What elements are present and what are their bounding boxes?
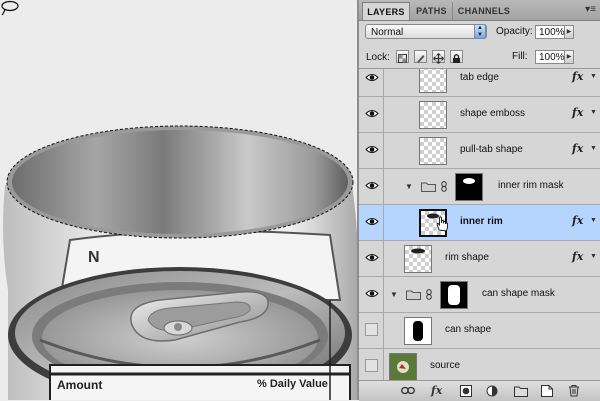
layer-row-can-shape[interactable]: can shape: [359, 313, 600, 349]
hand-cursor-icon: [436, 216, 448, 232]
eye-icon: [365, 182, 379, 189]
effects-expand-icon[interactable]: ▼: [590, 253, 597, 260]
blend-mode-select[interactable]: Normal ▲ ▼: [365, 24, 487, 39]
effects-expand-icon[interactable]: ▼: [590, 109, 597, 116]
visibility-toggle[interactable]: [359, 241, 384, 276]
layer-row-inner-rim-mask-group[interactable]: ▼ inner rim mask: [359, 169, 600, 205]
layer-row-rim-shape[interactable]: rim shape fx ▼: [359, 241, 600, 277]
layers-panel-footer: fx: [359, 380, 600, 401]
visibility-toggle[interactable]: [359, 97, 384, 132]
nutrition-daily-value-label: % Daily Value: [257, 378, 328, 390]
layer-thumbnail: [389, 353, 417, 381]
eye-icon: [365, 254, 379, 261]
new-layer-icon[interactable]: [541, 385, 553, 397]
link-layers-icon[interactable]: [401, 386, 415, 395]
layers-list: tab edge fx ▼ shape emboss fx ▼ pull-tab…: [359, 68, 600, 381]
fx-icon[interactable]: fx: [572, 250, 583, 263]
blend-mode-value: Normal: [371, 27, 404, 38]
visibility-toggle[interactable]: [359, 349, 384, 381]
fill-dropdown-icon[interactable]: ▶: [565, 50, 574, 64]
document-canvas[interactable]: N Amount % Daily Value: [0, 0, 357, 400]
layer-name: inner rim: [460, 216, 503, 227]
eye-icon: [365, 290, 379, 297]
visibility-toggle[interactable]: [359, 277, 384, 312]
svg-text:N: N: [88, 249, 100, 266]
layer-name: can shape: [445, 324, 492, 335]
fx-icon[interactable]: fx: [572, 70, 583, 83]
layer-name: inner rim mask: [498, 180, 564, 191]
lock-all-icon[interactable]: [450, 50, 463, 63]
tab-channels[interactable]: CHANNELS: [454, 2, 514, 20]
mask-thumbnail[interactable]: [440, 281, 468, 309]
opacity-label: Opacity:: [496, 26, 533, 37]
layer-row-tab-edge[interactable]: tab edge fx ▼: [359, 69, 600, 97]
adjustment-layer-icon[interactable]: [486, 385, 498, 397]
blend-mode-arrows-icon: ▲ ▼: [474, 24, 486, 39]
visibility-toggle[interactable]: [359, 313, 384, 348]
layer-row-inner-rim[interactable]: inner rim fx ▼: [359, 205, 600, 241]
layer-name: tab edge: [460, 72, 499, 83]
effects-expand-icon[interactable]: ▼: [590, 217, 597, 224]
layers-panel: LAYERS PATHS CHANNELS ▾≡ Normal ▲ ▼ Opaci…: [357, 0, 600, 401]
mask-thumbnail[interactable]: [455, 173, 483, 201]
visibility-toggle[interactable]: [359, 169, 384, 204]
folder-icon: [406, 290, 421, 300]
lock-image-pixels-icon[interactable]: [414, 50, 427, 63]
opacity-input[interactable]: 100%: [535, 25, 565, 39]
layer-name: shape emboss: [460, 108, 526, 119]
layer-thumbnail: [419, 69, 447, 93]
layer-thumbnail: [419, 137, 447, 165]
layer-name: can shape mask: [482, 288, 555, 299]
layer-thumbnail: [404, 317, 432, 345]
eye-icon: [365, 110, 379, 117]
eye-icon: [365, 74, 379, 81]
lasso-cursor-icon: [1, 0, 19, 16]
fx-icon[interactable]: fx: [572, 214, 583, 227]
layer-name: source: [430, 360, 461, 371]
lock-position-icon[interactable]: [432, 50, 445, 64]
group-expand-icon[interactable]: ▼: [390, 290, 398, 299]
chain-link-icon[interactable]: [441, 181, 447, 192]
lock-label: Lock:: [366, 52, 390, 63]
panel-tab-bar: LAYERS PATHS CHANNELS ▾≡: [359, 0, 600, 21]
hidden-visibility-box: [365, 359, 378, 372]
delete-layer-icon[interactable]: [568, 384, 580, 397]
effects-expand-icon[interactable]: ▼: [590, 145, 597, 152]
tab-layers[interactable]: LAYERS: [362, 2, 410, 20]
hidden-visibility-box: [365, 323, 378, 336]
layer-row-source[interactable]: source: [359, 349, 600, 381]
layer-thumbnail: [419, 101, 447, 129]
nutrition-amount-label: Amount: [57, 378, 103, 392]
can-artwork: N: [3, 125, 357, 400]
fx-icon[interactable]: fx: [572, 106, 583, 119]
visibility-toggle[interactable]: [359, 133, 384, 168]
group-expand-icon[interactable]: ▼: [405, 182, 413, 191]
eye-icon: [365, 146, 379, 153]
effects-expand-icon[interactable]: ▼: [590, 73, 597, 80]
tab-paths[interactable]: PATHS: [411, 2, 453, 20]
opacity-dropdown-icon[interactable]: ▶: [565, 25, 574, 39]
eye-icon: [365, 218, 379, 225]
fill-input[interactable]: 100%: [535, 50, 565, 64]
visibility-toggle[interactable]: [359, 205, 384, 240]
fill-label: Fill:: [512, 51, 528, 62]
layer-thumbnail: [404, 245, 432, 273]
new-group-icon[interactable]: [514, 385, 528, 397]
panel-menu-icon[interactable]: ▾≡: [585, 4, 596, 15]
add-layer-style-icon[interactable]: fx: [431, 384, 442, 397]
fx-icon[interactable]: fx: [572, 142, 583, 155]
layer-row-can-shape-mask-group[interactable]: ▼ can shape mask: [359, 277, 600, 313]
visibility-toggle[interactable]: [359, 69, 384, 96]
layer-name: pull-tab shape: [460, 144, 523, 155]
layer-row-pull-tab-shape[interactable]: pull-tab shape fx ▼: [359, 133, 600, 169]
chain-link-icon[interactable]: [426, 289, 432, 300]
lock-transparent-pixels-icon[interactable]: [396, 50, 409, 63]
folder-icon: [421, 182, 436, 192]
layer-name: rim shape: [445, 252, 489, 263]
add-mask-icon[interactable]: [460, 385, 472, 397]
layer-row-shape-emboss[interactable]: shape emboss fx ▼: [359, 97, 600, 133]
